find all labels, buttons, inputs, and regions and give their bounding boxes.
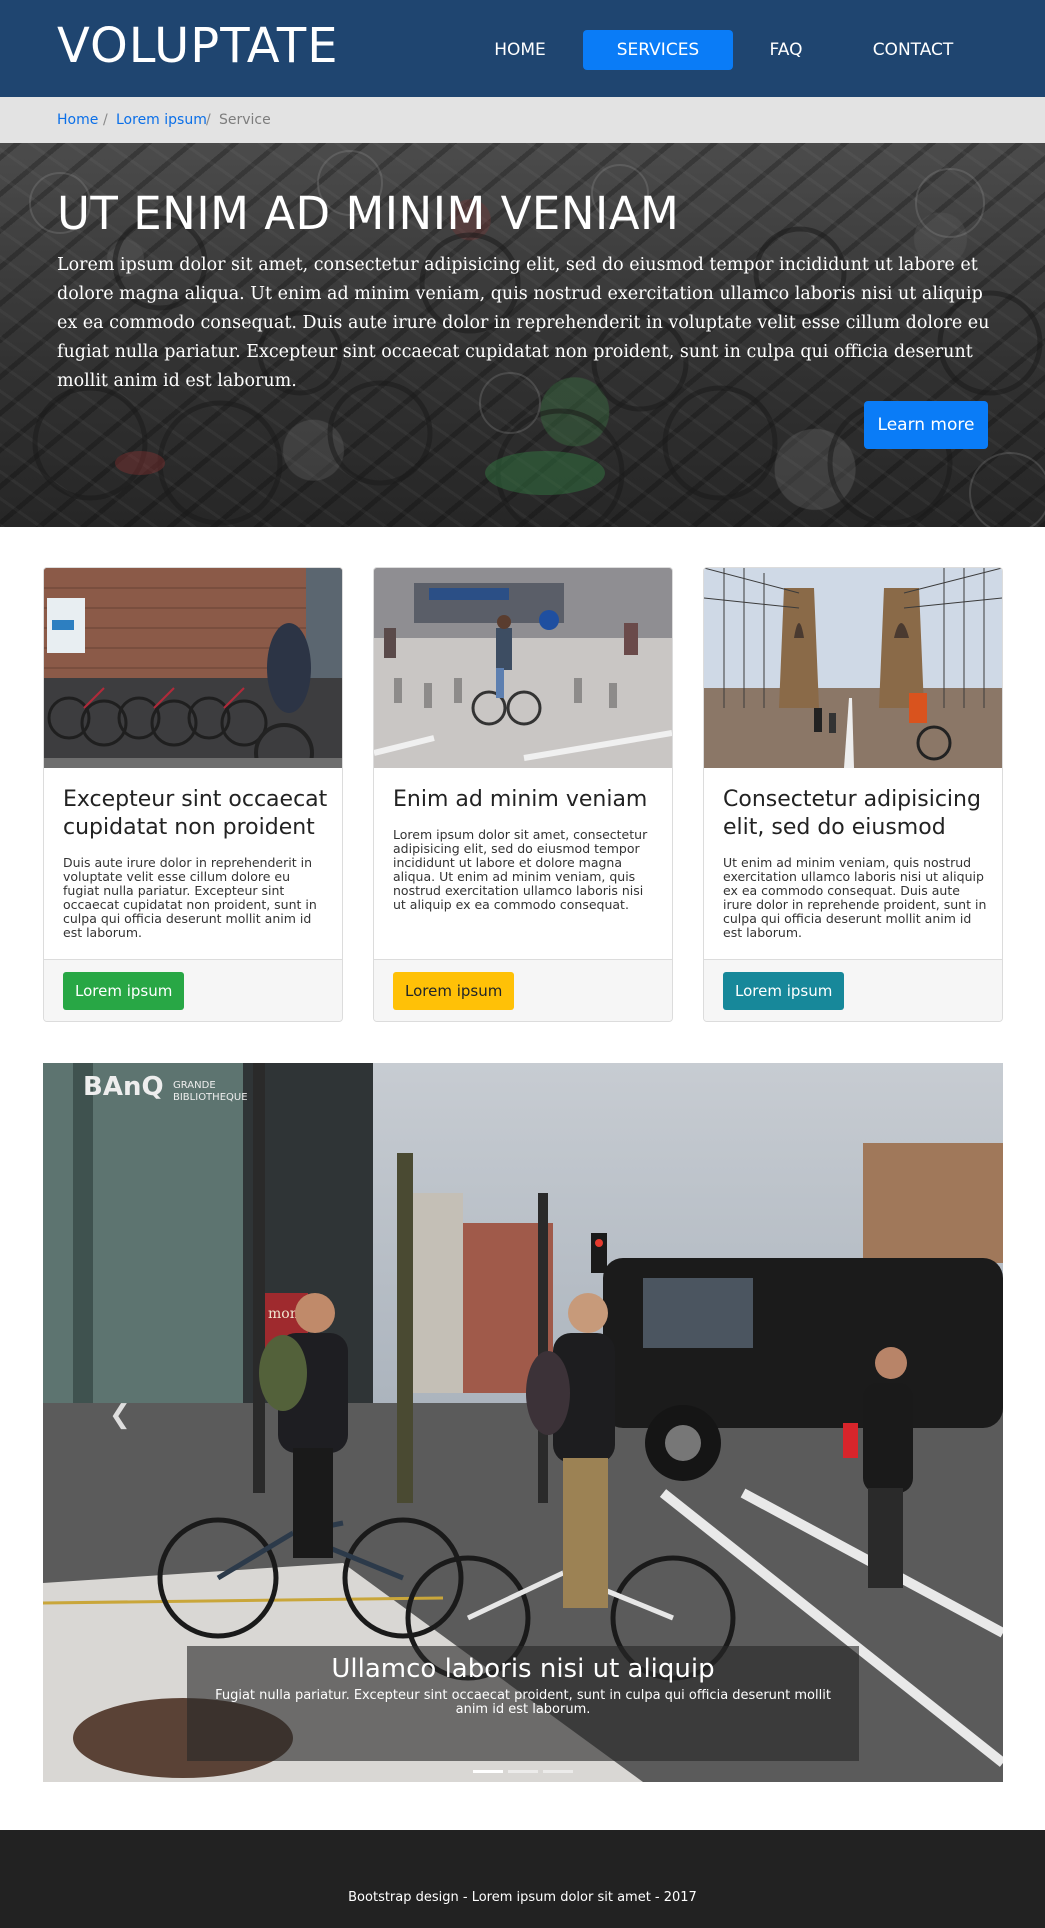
card-footer: Lorem ipsum xyxy=(374,959,672,1021)
card-text: Lorem ipsum dolor sit amet, consectetur … xyxy=(393,827,648,912)
card-image-bikes-wall xyxy=(44,568,342,768)
nav-contact[interactable]: CONTACT xyxy=(843,30,983,70)
hero-jumbotron: UT ENIM AD MINIM VENIAM Lorem ipsum dolo… xyxy=(0,143,1045,527)
sign-bibliotheque: BIBLIOTHEQUE xyxy=(173,1092,248,1103)
breadcrumb-current: Service xyxy=(219,112,271,128)
footer: Bootstrap design - Lorem ipsum dolor sit… xyxy=(0,1830,1045,1928)
carousel-indicator[interactable] xyxy=(543,1770,573,1773)
hero-text: Lorem ipsum dolor sit amet, consectetur … xyxy=(57,255,990,391)
sign-shop: mon xyxy=(268,1306,299,1322)
caption-text: Fugiat nulla pariatur. Excepteur sint oc… xyxy=(215,1688,831,1717)
carousel-indicator[interactable] xyxy=(473,1770,503,1773)
card-footer: Lorem ipsum xyxy=(44,959,342,1021)
carousel-caption: Ullamco laboris nisi ut aliquip Fugiat n… xyxy=(187,1646,859,1761)
nav-faq[interactable]: FAQ xyxy=(746,30,826,70)
card-button[interactable]: Lorem ipsum xyxy=(393,972,515,1010)
breadcrumb-lorem-ipsum[interactable]: Lorem ipsum xyxy=(116,112,207,128)
navbar: VOLUPTATE HOME SERVICES FAQ CONTACT xyxy=(0,0,1045,97)
sign-banq: BAnQ xyxy=(83,1072,164,1102)
card-title: Excepteur sint occaecat cupidatat non pr… xyxy=(63,787,328,840)
card-image-bridge xyxy=(704,568,1002,768)
chevron-left-icon[interactable]: ❮ xyxy=(109,1400,131,1430)
nav-home[interactable]: HOME xyxy=(470,30,570,70)
breadcrumb-separator: / xyxy=(103,112,108,128)
card-text: Duis aute irure dolor in reprehenderit i… xyxy=(63,855,317,940)
hero-title: UT ENIM AD MINIM VENIAM xyxy=(57,187,680,240)
card: Consectetur adipisicing elit, sed do eiu… xyxy=(703,567,1003,1022)
carousel: BAnQ GRANDE BIBLIOTHEQUE mon ❮ Ullamco l… xyxy=(43,1063,1003,1782)
breadcrumb-separator: / xyxy=(206,112,211,128)
sign-grande: GRANDE xyxy=(173,1080,216,1091)
card-title: Enim ad minim veniam xyxy=(393,787,648,812)
footer-text: Bootstrap design - Lorem ipsum dolor sit… xyxy=(348,1890,697,1905)
caption-title: Ullamco laboris nisi ut aliquip xyxy=(331,1654,715,1684)
card: Excepteur sint occaecat cupidatat non pr… xyxy=(43,567,343,1022)
breadcrumb-home[interactable]: Home xyxy=(57,112,98,128)
card-text: Ut enim ad minim veniam, quis nostrud ex… xyxy=(723,855,987,940)
card-image-street-cyclist xyxy=(374,568,672,768)
card-title: Consectetur adipisicing elit, sed do eiu… xyxy=(723,787,981,840)
nav-services[interactable]: SERVICES xyxy=(583,30,733,70)
card: Enim ad minim veniam Lorem ipsum dolor s… xyxy=(373,567,673,1022)
carousel-indicator[interactable] xyxy=(508,1770,538,1773)
learn-more-button[interactable]: Learn more xyxy=(864,401,988,449)
card-button[interactable]: Lorem ipsum xyxy=(723,972,845,1010)
breadcrumb: Home / Lorem ipsum / Service xyxy=(0,97,1045,143)
card-button[interactable]: Lorem ipsum xyxy=(63,972,185,1010)
brand-logo[interactable]: VOLUPTATE xyxy=(57,18,339,74)
card-footer: Lorem ipsum xyxy=(704,959,1002,1021)
